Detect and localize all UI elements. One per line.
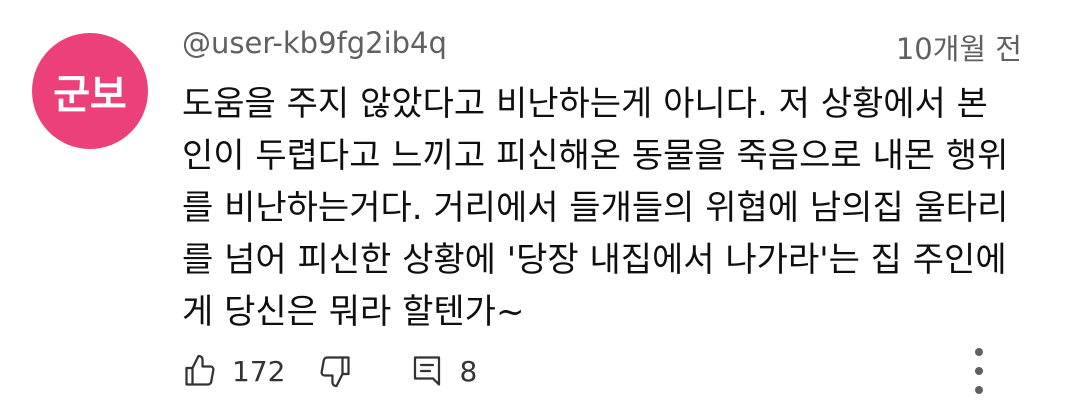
comment-timestamp[interactable]: 10개월 전 [896, 26, 1022, 68]
comment-line: 를 비난하는거다. 거리에서 들개들의 위협에 남의집 울타리 [182, 188, 1009, 228]
thumbs-up-icon[interactable] [182, 353, 218, 389]
comment-line: 도움을 주지 않았다고 비난하는게 아니다. 저 상황에서 본 [182, 84, 988, 124]
comment-line: 를 넘어 피신한 상황에 '당장 내집에서 나가라'는 집 주인에 [182, 240, 1007, 280]
like-count: 172 [232, 354, 286, 388]
comment-line: 게 당신은 뭐라 할텐가~ [182, 292, 525, 332]
thumbs-down-icon[interactable] [317, 353, 353, 389]
reply-count: 8 [459, 354, 478, 388]
kebab-menu-icon[interactable] [964, 348, 994, 394]
comment-author[interactable]: @user-kb9fg2ib4q [182, 26, 447, 60]
comment-actions: 172 8 [182, 348, 477, 394]
kebab-dot [975, 367, 983, 375]
kebab-dot [975, 348, 983, 356]
avatar[interactable]: 군보 [32, 33, 148, 149]
comment-reply-icon[interactable] [409, 353, 445, 389]
kebab-dot [975, 386, 983, 394]
comment-line: 인이 두렵다고 느끼고 피신해온 동물을 죽음으로 내몬 행위 [182, 136, 1009, 176]
avatar-text: 군보 [53, 72, 127, 118]
comment-body: 도움을 주지 않았다고 비난하는게 아니다. 저 상황에서 본 인이 두렵다고 … [182, 78, 1042, 338]
